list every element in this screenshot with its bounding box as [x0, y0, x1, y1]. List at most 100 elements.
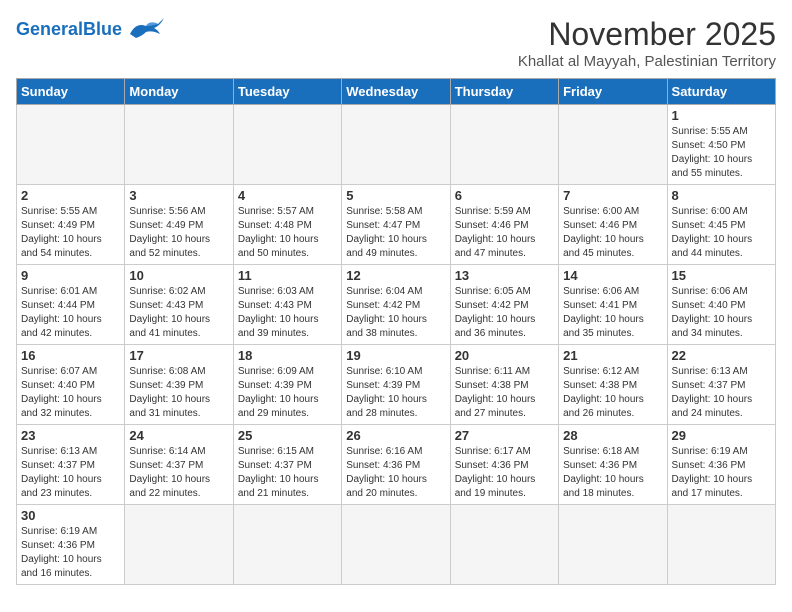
- day-info: Sunrise: 6:19 AM Sunset: 4:36 PM Dayligh…: [21, 525, 120, 581]
- calendar-cell: [342, 505, 450, 585]
- calendar-cell: 2 Sunrise: 5:55 AM Sunset: 4:49 PM Daylig…: [17, 185, 125, 265]
- calendar-cell: 8Sunrise: 6:00 AM Sunset: 4:45 PM Daylig…: [667, 185, 775, 265]
- day-number: 20: [455, 348, 554, 363]
- calendar-cell: 7Sunrise: 6:00 AM Sunset: 4:46 PM Daylig…: [559, 185, 667, 265]
- day-header-sunday: Sunday: [17, 79, 125, 105]
- day-number: 25: [238, 428, 337, 443]
- week-row-5: 23Sunrise: 6:13 AM Sunset: 4:37 PM Dayli…: [17, 425, 776, 505]
- calendar-cell: 21Sunrise: 6:12 AM Sunset: 4:38 PM Dayli…: [559, 345, 667, 425]
- calendar-table: SundayMondayTuesdayWednesdayThursdayFrid…: [16, 78, 776, 585]
- week-row-3: 9Sunrise: 6:01 AM Sunset: 4:44 PM Daylig…: [17, 265, 776, 345]
- calendar-cell: [450, 505, 558, 585]
- calendar-cell: 14 Sunrise: 6:06 AM Sunset: 4:41 PM Dayli…: [559, 265, 667, 345]
- day-number: 30: [21, 508, 120, 523]
- calendar-cell: [559, 105, 667, 185]
- calendar-cell: 25Sunrise: 6:15 AM Sunset: 4:37 PM Dayli…: [233, 425, 341, 505]
- calendar-cell: 5Sunrise: 5:58 AM Sunset: 4:47 PM Daylig…: [342, 185, 450, 265]
- day-header-tuesday: Tuesday: [233, 79, 341, 105]
- day-number: 26: [346, 428, 445, 443]
- logo-blue: Blue: [83, 19, 122, 39]
- calendar-cell: 18Sunrise: 6:09 AM Sunset: 4:39 PM Dayli…: [233, 345, 341, 425]
- calendar-cell: 20 Sunrise: 6:11 AM Sunset: 4:38 PM Dayli…: [450, 345, 558, 425]
- day-info: Sunrise: 6:10 AM Sunset: 4:39 PM Dayligh…: [346, 365, 445, 421]
- calendar-cell: [125, 505, 233, 585]
- calendar-cell: [450, 105, 558, 185]
- day-info: Sunrise: 6:06 AM Sunset: 4:41 PM Dayligh…: [563, 285, 662, 341]
- week-row-2: 2 Sunrise: 5:55 AM Sunset: 4:49 PM Daylig…: [17, 185, 776, 265]
- day-number: 12: [346, 268, 445, 283]
- calendar-header-row: SundayMondayTuesdayWednesdayThursdayFrid…: [17, 79, 776, 105]
- day-info: Sunrise: 6:13 AM Sunset: 4:37 PM Dayligh…: [21, 445, 120, 501]
- calendar-cell: 29 Sunrise: 6:19 AM Sunset: 4:36 PM Dayli…: [667, 425, 775, 505]
- calendar-cell: 22 Sunrise: 6:13 AM Sunset: 4:37 PM Dayli…: [667, 345, 775, 425]
- day-number: 1: [672, 108, 771, 123]
- day-info: Sunrise: 6:02 AM Sunset: 4:43 PM Dayligh…: [129, 285, 228, 341]
- day-number: 8: [672, 188, 771, 203]
- week-row-4: 16Sunrise: 6:07 AM Sunset: 4:40 PM Dayli…: [17, 345, 776, 425]
- day-info: Sunrise: 6:03 AM Sunset: 4:43 PM Dayligh…: [238, 285, 337, 341]
- logo-text: GeneralBlue: [16, 20, 122, 38]
- calendar-cell: 3Sunrise: 5:56 AM Sunset: 4:49 PM Daylig…: [125, 185, 233, 265]
- logo-general: General: [16, 19, 83, 39]
- day-info: Sunrise: 5:57 AM Sunset: 4:48 PM Dayligh…: [238, 205, 337, 261]
- day-info: Sunrise: 6:13 AM Sunset: 4:37 PM Dayligh…: [672, 365, 771, 421]
- month-title: November 2025: [518, 16, 776, 53]
- day-number: 22: [672, 348, 771, 363]
- week-row-6: 30 Sunrise: 6:19 AM Sunset: 4:36 PM Dayli…: [17, 505, 776, 585]
- week-row-1: 1 Sunrise: 5:55 AM Sunset: 4:50 PM Daylig…: [17, 105, 776, 185]
- location-title: Khallat al Mayyah, Palestinian Territory: [518, 53, 776, 70]
- day-info: Sunrise: 6:07 AM Sunset: 4:40 PM Dayligh…: [21, 365, 120, 421]
- day-info: Sunrise: 6:04 AM Sunset: 4:42 PM Dayligh…: [346, 285, 445, 341]
- title-block: November 2025 Khallat al Mayyah, Palesti…: [518, 16, 776, 70]
- calendar-cell: [667, 505, 775, 585]
- calendar-cell: 24 Sunrise: 6:14 AM Sunset: 4:37 PM Dayli…: [125, 425, 233, 505]
- day-info: Sunrise: 5:55 AM Sunset: 4:50 PM Dayligh…: [672, 125, 771, 181]
- day-number: 29: [672, 428, 771, 443]
- day-number: 14: [563, 268, 662, 283]
- calendar-cell: 26Sunrise: 6:16 AM Sunset: 4:36 PM Dayli…: [342, 425, 450, 505]
- calendar-cell: [233, 105, 341, 185]
- calendar-cell: [342, 105, 450, 185]
- day-number: 4: [238, 188, 337, 203]
- day-info: Sunrise: 6:05 AM Sunset: 4:42 PM Dayligh…: [455, 285, 554, 341]
- day-header-saturday: Saturday: [667, 79, 775, 105]
- calendar-cell: 1 Sunrise: 5:55 AM Sunset: 4:50 PM Daylig…: [667, 105, 775, 185]
- calendar-cell: [233, 505, 341, 585]
- calendar-cell: 13Sunrise: 6:05 AM Sunset: 4:42 PM Dayli…: [450, 265, 558, 345]
- calendar-cell: 10 Sunrise: 6:02 AM Sunset: 4:43 PM Dayli…: [125, 265, 233, 345]
- calendar-cell: 30 Sunrise: 6:19 AM Sunset: 4:36 PM Dayli…: [17, 505, 125, 585]
- day-header-wednesday: Wednesday: [342, 79, 450, 105]
- calendar-cell: 9Sunrise: 6:01 AM Sunset: 4:44 PM Daylig…: [17, 265, 125, 345]
- calendar-cell: [559, 505, 667, 585]
- day-info: Sunrise: 6:14 AM Sunset: 4:37 PM Dayligh…: [129, 445, 228, 501]
- day-number: 6: [455, 188, 554, 203]
- day-info: Sunrise: 6:11 AM Sunset: 4:38 PM Dayligh…: [455, 365, 554, 421]
- calendar-cell: 12 Sunrise: 6:04 AM Sunset: 4:42 PM Dayli…: [342, 265, 450, 345]
- day-number: 10: [129, 268, 228, 283]
- day-info: Sunrise: 6:00 AM Sunset: 4:46 PM Dayligh…: [563, 205, 662, 261]
- day-info: Sunrise: 5:58 AM Sunset: 4:47 PM Dayligh…: [346, 205, 445, 261]
- calendar-cell: 11Sunrise: 6:03 AM Sunset: 4:43 PM Dayli…: [233, 265, 341, 345]
- day-header-friday: Friday: [559, 79, 667, 105]
- calendar-cell: 6Sunrise: 5:59 AM Sunset: 4:46 PM Daylig…: [450, 185, 558, 265]
- day-info: Sunrise: 6:08 AM Sunset: 4:39 PM Dayligh…: [129, 365, 228, 421]
- logo: GeneralBlue: [16, 16, 166, 42]
- day-info: Sunrise: 6:12 AM Sunset: 4:38 PM Dayligh…: [563, 365, 662, 421]
- calendar-cell: 27 Sunrise: 6:17 AM Sunset: 4:36 PM Dayli…: [450, 425, 558, 505]
- day-info: Sunrise: 6:06 AM Sunset: 4:40 PM Dayligh…: [672, 285, 771, 341]
- calendar-cell: 19 Sunrise: 6:10 AM Sunset: 4:39 PM Dayli…: [342, 345, 450, 425]
- day-number: 17: [129, 348, 228, 363]
- day-info: Sunrise: 6:01 AM Sunset: 4:44 PM Dayligh…: [21, 285, 120, 341]
- day-info: Sunrise: 5:55 AM Sunset: 4:49 PM Dayligh…: [21, 205, 120, 261]
- day-number: 2: [21, 188, 120, 203]
- day-number: 19: [346, 348, 445, 363]
- day-number: 18: [238, 348, 337, 363]
- logo-bird-icon: [128, 16, 166, 42]
- calendar-cell: 28Sunrise: 6:18 AM Sunset: 4:36 PM Dayli…: [559, 425, 667, 505]
- day-number: 3: [129, 188, 228, 203]
- page-header: GeneralBlue November 2025 Khallat al May…: [16, 16, 776, 70]
- day-number: 27: [455, 428, 554, 443]
- day-info: Sunrise: 6:17 AM Sunset: 4:36 PM Dayligh…: [455, 445, 554, 501]
- day-info: Sunrise: 6:19 AM Sunset: 4:36 PM Dayligh…: [672, 445, 771, 501]
- day-number: 24: [129, 428, 228, 443]
